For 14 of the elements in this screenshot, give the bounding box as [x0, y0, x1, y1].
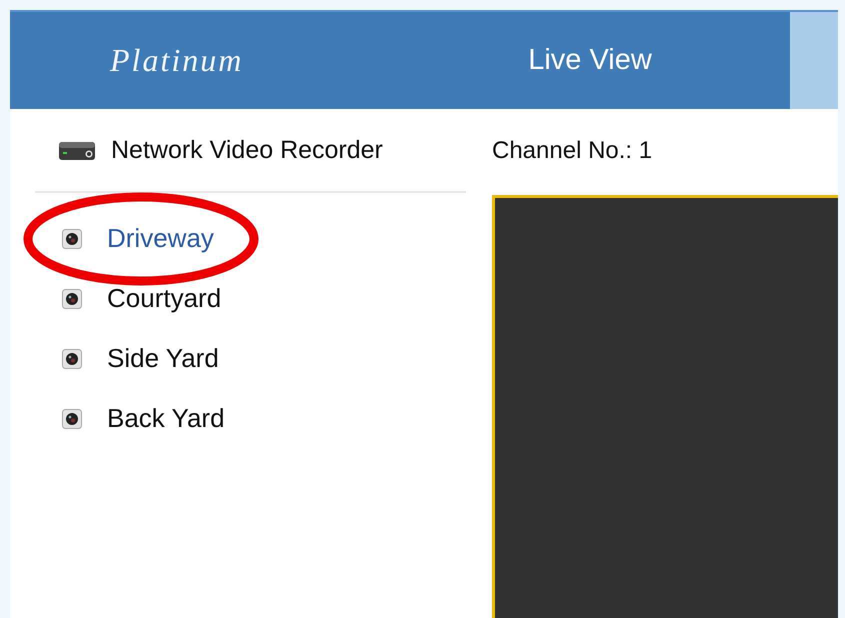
camera-item[interactable]: Back Yard [107, 403, 225, 434]
device-label[interactable]: Network Video Recorder [111, 136, 383, 164]
recorder-icon [58, 139, 96, 161]
camera-item[interactable]: Side Yard [107, 343, 219, 374]
nav-tab[interactable]: Live View [390, 12, 790, 109]
channel-label: Channel No.: 1 [492, 137, 654, 166]
nav-tab[interactable] [790, 12, 838, 109]
logo: Platinum [108, 42, 244, 79]
camera-icon [62, 408, 82, 428]
camera-icon [62, 348, 82, 368]
camera-item[interactable]: Driveway [107, 223, 214, 254]
camera-item[interactable]: Courtyard [107, 283, 222, 314]
camera-icon [62, 228, 82, 248]
camera-icon [62, 288, 82, 308]
